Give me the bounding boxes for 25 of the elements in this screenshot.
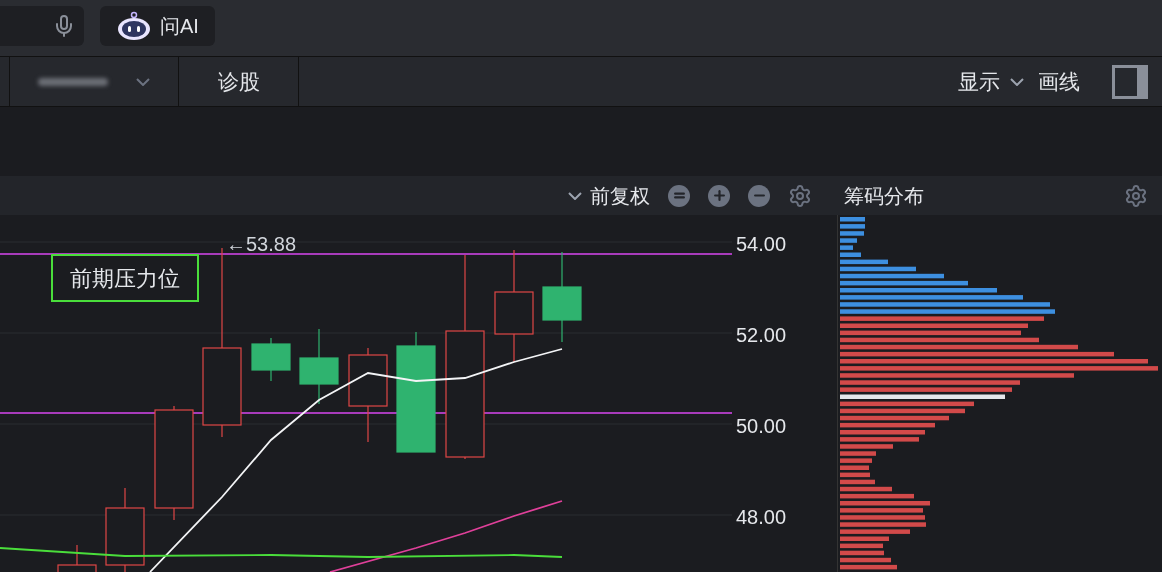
chevron-icon (136, 77, 150, 86)
pressure-level-callout: 前期压力位 (51, 254, 199, 302)
chevron-icon (568, 191, 582, 200)
draw-line-button[interactable]: 画线 (1038, 57, 1112, 106)
settings-icon[interactable] (788, 183, 812, 208)
robot-icon (116, 11, 152, 41)
zoom-in-icon[interactable] (708, 184, 730, 207)
adjust-dropdown[interactable]: 前复权 (568, 180, 650, 211)
blurred-label (38, 77, 108, 86)
price-label: 48.00 (736, 505, 787, 530)
price-label: 52.00 (736, 323, 787, 348)
candle (251, 337, 291, 382)
zoom-out-icon[interactable] (748, 184, 770, 207)
diagnose-tab[interactable]: 诊股 (179, 57, 299, 106)
high-price-marker: ←53.88 (226, 232, 297, 257)
panel-toggle-icon[interactable] (1112, 64, 1148, 99)
price-label: 50.00 (736, 414, 787, 439)
price-label: 54.00 (736, 232, 787, 257)
display-menu[interactable]: 显示 (958, 57, 1038, 106)
ask-ai-button[interactable]: 问AI (100, 6, 215, 46)
settings-icon[interactable] (1124, 183, 1148, 208)
equal-icon[interactable] (668, 184, 690, 207)
search-field[interactable] (0, 6, 84, 46)
chip-distribution-title: 筹码分布 (844, 183, 924, 209)
chevron-icon (1010, 77, 1024, 86)
